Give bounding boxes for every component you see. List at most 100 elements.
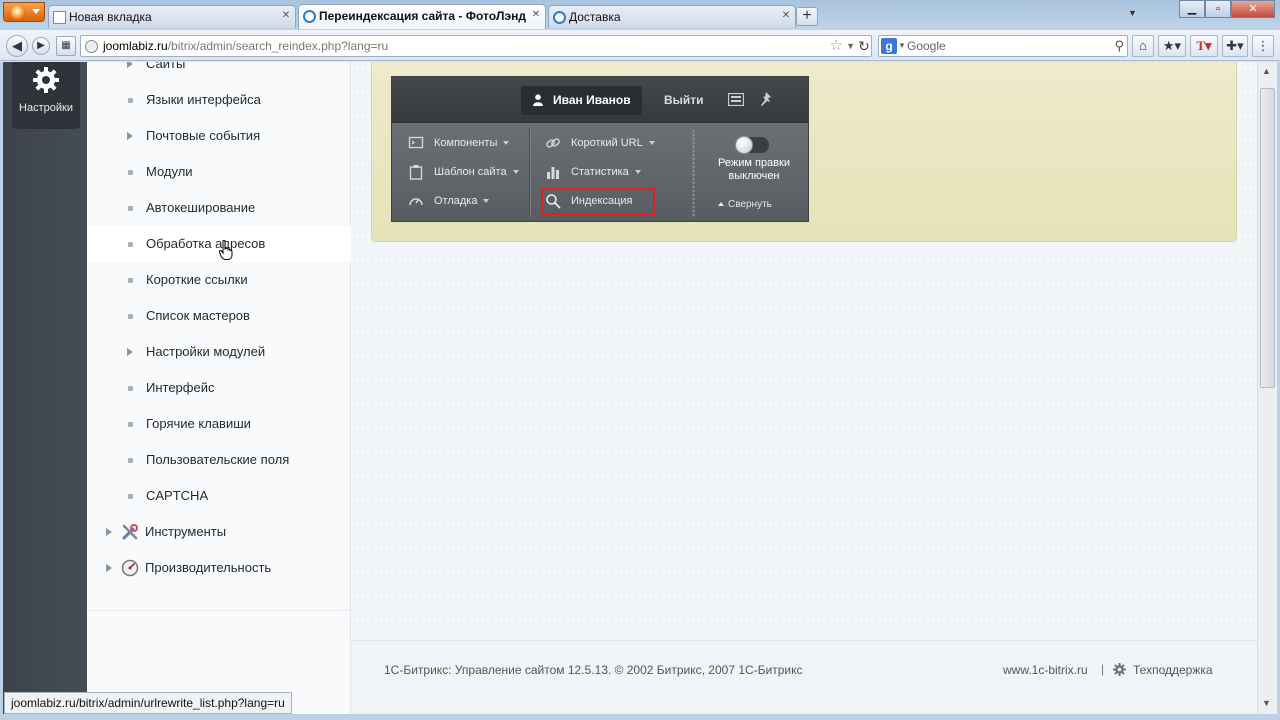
- chevron-down-icon: [512, 170, 519, 175]
- menu-item-short-links[interactable]: Короткие ссылки: [87, 262, 351, 298]
- status-bar: joomlabiz.ru/bitrix/admin/urlrewrite_lis…: [4, 692, 292, 714]
- tab-reindex[interactable]: Переиндексация сайта - ФотоЛэнд ✕: [298, 4, 546, 29]
- tab-list-icon[interactable]: ▼: [1128, 8, 1137, 18]
- menu-item-languages[interactable]: Языки интерфейса: [87, 82, 351, 118]
- scrollbar-thumb[interactable]: [1260, 88, 1275, 388]
- menu-item-captcha[interactable]: CAPTCHA: [87, 478, 351, 514]
- template-menu[interactable]: Шаблон сайта: [408, 162, 519, 182]
- settings-label: Настройки: [19, 102, 73, 114]
- support-link[interactable]: Техподдержка: [1133, 663, 1213, 677]
- firefox-menu-button[interactable]: [3, 2, 45, 22]
- menu-item-user-fields[interactable]: Пользовательские поля: [87, 442, 351, 478]
- menu-item-label: Короткие ссылки: [146, 272, 248, 287]
- bookmark-star-icon[interactable]: ☆: [830, 36, 843, 56]
- bullet-icon: [128, 242, 133, 247]
- menu-item-label: Автокеширование: [146, 200, 256, 215]
- search-icon[interactable]: ⚲: [1114, 36, 1124, 56]
- gauge-icon: [409, 198, 423, 206]
- chevron-down-icon: [32, 9, 40, 14]
- menu-item-wizards[interactable]: Список мастеров: [87, 298, 351, 334]
- menu-item-autocache[interactable]: Автокеширование: [87, 190, 351, 226]
- menu-item-label: Почтовые события: [146, 128, 261, 143]
- components-label: Компоненты: [434, 137, 498, 149]
- keyboard-icon[interactable]: [728, 93, 744, 106]
- panel-separator: [529, 129, 530, 217]
- page-icon: [53, 11, 66, 24]
- url-host: joomlabiz.ru: [103, 39, 168, 53]
- collapse-button[interactable]: Свернуть: [718, 199, 772, 210]
- chevron-down-icon[interactable]: ▼: [846, 36, 855, 56]
- short-url-menu[interactable]: Короткий URL: [545, 133, 655, 153]
- gear-icon: [1113, 663, 1126, 676]
- expand-arrow-icon[interactable]: [106, 564, 112, 572]
- user-button[interactable]: Иван Иванов: [521, 86, 642, 115]
- expand-arrow-icon[interactable]: [127, 132, 133, 140]
- bookmarks-icon[interactable]: ★▾: [1158, 35, 1186, 57]
- collapse-label: Свернуть: [728, 199, 772, 210]
- bullet-icon: [128, 314, 133, 319]
- bitrix-site-link[interactable]: www.1c-bitrix.ru: [1003, 663, 1088, 677]
- user-icon: [533, 94, 543, 106]
- search-input[interactable]: g ▼ Google ⚲: [878, 35, 1128, 57]
- home-icon[interactable]: ⌂: [1132, 35, 1154, 57]
- settings-menu: Сайты Языки интерфейса Почтовые события …: [87, 62, 351, 642]
- statistics-menu[interactable]: Статистика: [545, 162, 641, 182]
- menu-item-label: Модули: [146, 164, 193, 179]
- menu-item-performance[interactable]: Производительность: [87, 550, 351, 586]
- window-close-button[interactable]: ✕: [1231, 0, 1275, 18]
- close-icon[interactable]: ✕: [530, 9, 542, 21]
- components-icon: [408, 136, 424, 149]
- expand-arrow-icon[interactable]: [106, 528, 112, 536]
- scroll-up-icon[interactable]: ▲: [1262, 66, 1271, 76]
- page-footer: 1С-Битрикс: Управление сайтом 12.5.13. ©…: [351, 640, 1257, 714]
- menu-item-modules[interactable]: Модули: [87, 154, 351, 190]
- identity-button[interactable]: ▦: [56, 36, 76, 56]
- menu-item-sites[interactable]: Сайты: [87, 62, 351, 82]
- menu-item-hotkeys[interactable]: Горячие клавиши: [87, 406, 351, 442]
- user-name: Иван Иванов: [553, 93, 631, 107]
- chevron-down-icon[interactable]: ▼: [898, 36, 906, 56]
- vertical-scrollbar[interactable]: ▲ ▼: [1257, 62, 1277, 714]
- window-controls: ▁ ▫ ✕: [1179, 0, 1275, 18]
- addon-icon[interactable]: ⋮: [1252, 35, 1274, 57]
- menu-item-label: Языки интерфейса: [146, 92, 261, 107]
- tab-delivery[interactable]: Доставка ✕: [548, 5, 796, 28]
- tools-icon[interactable]: ✚▾: [1222, 35, 1248, 57]
- expand-arrow-icon[interactable]: [127, 62, 133, 68]
- dotted-separator: [692, 129, 695, 217]
- menu-item-tools[interactable]: Инструменты: [87, 514, 351, 550]
- info-notice-box: Иван Иванов Выйти Компоненты Шаблон сайт…: [371, 62, 1237, 242]
- speedometer-icon: [121, 559, 139, 577]
- translate-icon[interactable]: T▾: [1190, 35, 1218, 57]
- footer-separator: |: [1101, 662, 1105, 676]
- pin-icon[interactable]: [759, 91, 773, 107]
- menu-item-label: Инструменты: [145, 524, 227, 539]
- menu-item-label: Список мастеров: [146, 308, 250, 323]
- debug-menu[interactable]: Отладка: [408, 191, 490, 211]
- logout-button[interactable]: Выйти: [664, 86, 704, 115]
- menu-item-mail-events[interactable]: Почтовые события: [87, 118, 351, 154]
- close-icon[interactable]: ✕: [780, 10, 792, 22]
- maximize-button[interactable]: ▫: [1205, 0, 1231, 18]
- scroll-down-icon[interactable]: ▼: [1262, 698, 1271, 708]
- settings-tile[interactable]: Настройки: [12, 62, 80, 129]
- minimize-button[interactable]: ▁: [1179, 0, 1205, 18]
- expand-arrow-icon[interactable]: [127, 348, 133, 356]
- url-bar[interactable]: joomlabiz.ru/bitrix/admin/search_reindex…: [80, 35, 872, 57]
- menu-item-module-settings[interactable]: Настройки модулей: [87, 334, 351, 370]
- bullet-icon: [128, 98, 133, 103]
- reload-icon[interactable]: ↻: [856, 36, 872, 56]
- close-icon[interactable]: ✕: [280, 10, 292, 22]
- edit-mode-status: Режим правки выключен: [704, 157, 804, 183]
- new-tab-button[interactable]: +: [796, 7, 818, 26]
- edit-mode-toggle[interactable]: [735, 136, 769, 154]
- search-placeholder: Google: [907, 39, 946, 53]
- edit-mode-line1: Режим правки: [718, 157, 790, 169]
- menu-item-interface[interactable]: Интерфейс: [87, 370, 351, 406]
- site-icon: [85, 40, 98, 53]
- debug-label: Отладка: [434, 195, 478, 207]
- forward-button[interactable]: ▶: [32, 37, 50, 55]
- tab-new-tab[interactable]: Новая вкладка ✕: [48, 5, 296, 28]
- back-button[interactable]: ◀: [6, 35, 28, 57]
- components-menu[interactable]: Компоненты: [408, 133, 510, 153]
